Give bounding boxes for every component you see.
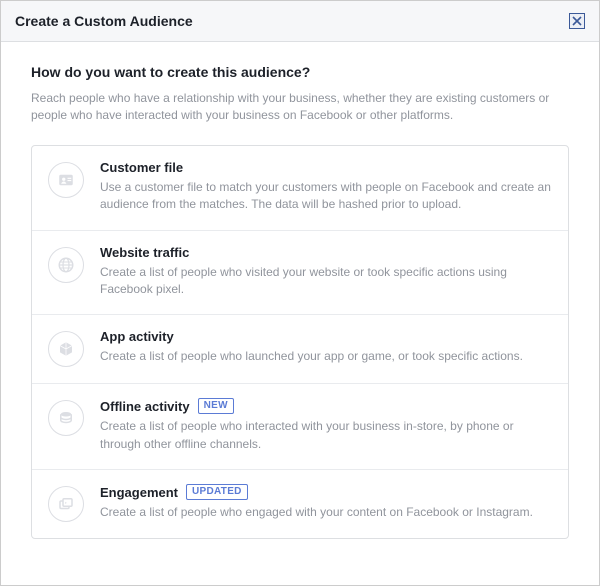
option-title: Customer file	[100, 160, 183, 175]
audience-option-list: Customer file Use a customer file to mat…	[31, 145, 569, 539]
option-title: App activity	[100, 329, 174, 344]
option-desc: Create a list of people who launched you…	[100, 348, 552, 365]
new-badge: NEW	[198, 398, 234, 414]
close-button[interactable]	[569, 13, 585, 29]
option-text: Website traffic Create a list of people …	[100, 245, 552, 299]
option-offline-activity[interactable]: Offline activity NEW Create a list of pe…	[32, 384, 568, 470]
option-desc: Use a customer file to match your custom…	[100, 179, 552, 214]
close-icon	[572, 16, 582, 26]
dialog-body: How do you want to create this audience?…	[1, 42, 599, 559]
updated-badge: UPDATED	[186, 484, 248, 500]
engagement-icon	[48, 486, 84, 522]
dialog-header: Create a Custom Audience	[1, 1, 599, 42]
option-title: Engagement	[100, 485, 178, 500]
globe-icon	[48, 247, 84, 283]
option-desc: Create a list of people who visited your…	[100, 264, 552, 299]
cube-icon	[48, 331, 84, 367]
create-custom-audience-dialog: Create a Custom Audience How do you want…	[0, 0, 600, 586]
option-text: App activity Create a list of people who…	[100, 329, 552, 365]
audience-subtext: Reach people who have a relationship wit…	[31, 90, 569, 125]
option-engagement[interactable]: Engagement UPDATED Create a list of peop…	[32, 470, 568, 538]
option-customer-file[interactable]: Customer file Use a customer file to mat…	[32, 146, 568, 231]
option-text: Engagement UPDATED Create a list of peop…	[100, 484, 552, 521]
option-title: Website traffic	[100, 245, 189, 260]
contact-card-icon	[48, 162, 84, 198]
dialog-title: Create a Custom Audience	[15, 13, 193, 29]
option-desc: Create a list of people who engaged with…	[100, 504, 552, 521]
option-website-traffic[interactable]: Website traffic Create a list of people …	[32, 231, 568, 316]
audience-question: How do you want to create this audience?	[31, 64, 569, 80]
option-text: Customer file Use a customer file to mat…	[100, 160, 552, 214]
option-title: Offline activity	[100, 399, 190, 414]
option-text: Offline activity NEW Create a list of pe…	[100, 398, 552, 453]
option-app-activity[interactable]: App activity Create a list of people who…	[32, 315, 568, 384]
option-desc: Create a list of people who interacted w…	[100, 418, 552, 453]
stack-icon	[48, 400, 84, 436]
